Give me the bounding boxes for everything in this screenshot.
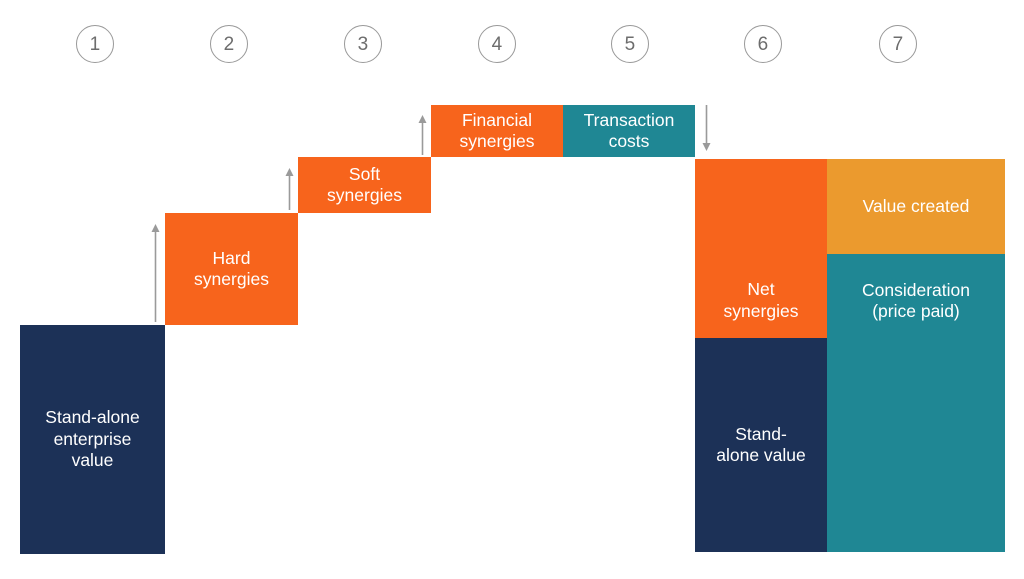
bar-financial-synergies: Financial synergies bbox=[431, 105, 563, 157]
step-number-2: 2 bbox=[210, 25, 248, 63]
step-number-7: 7 bbox=[879, 25, 917, 63]
bar-stand-alone-value: Stand- alone value bbox=[695, 338, 827, 552]
bar-label-stand-alone-value: Stand- alone value bbox=[716, 423, 806, 465]
arrow-to-financial-synergies-icon bbox=[417, 115, 428, 155]
step-number-label: 1 bbox=[89, 33, 101, 55]
bar-value-created: Value created bbox=[827, 159, 1005, 254]
bar-label-hard-synergies: Hard synergies bbox=[194, 247, 269, 289]
step-number-label: 6 bbox=[757, 33, 769, 55]
bar-hard-synergies: Hard synergies bbox=[165, 213, 298, 325]
bar-net-synergies: Net synergies bbox=[695, 159, 827, 338]
bar-stand-alone-enterprise-value: Stand-alone enterprise value bbox=[20, 325, 165, 554]
step-number-5: 5 bbox=[611, 25, 649, 63]
arrow-to-net-synergies-icon bbox=[701, 105, 712, 151]
step-number-6: 6 bbox=[744, 25, 782, 63]
step-number-label: 5 bbox=[624, 33, 636, 55]
bar-label-consideration-price-paid: Consideration (price paid) bbox=[862, 280, 970, 322]
bar-consideration-price-paid: Consideration (price paid) bbox=[827, 254, 1005, 552]
bar-label-stand-alone-enterprise-value: Stand-alone enterprise value bbox=[45, 407, 140, 471]
bar-label-soft-synergies: Soft synergies bbox=[327, 163, 402, 205]
bar-transaction-costs: Transaction costs bbox=[563, 105, 695, 157]
arrow-to-soft-synergies-icon bbox=[284, 168, 295, 210]
bar-label-financial-synergies: Financial synergies bbox=[459, 109, 535, 151]
step-number-4: 4 bbox=[478, 25, 516, 63]
bar-label-transaction-costs: Transaction costs bbox=[583, 109, 675, 151]
waterfall-diagram: 1 2 3 4 5 6 7 Stand-alone enterprise value Hard… bbox=[0, 0, 1024, 579]
step-number-label: 3 bbox=[357, 33, 369, 55]
step-number-label: 2 bbox=[223, 33, 235, 55]
bar-label-net-synergies: Net synergies bbox=[723, 279, 799, 321]
bar-soft-synergies: Soft synergies bbox=[298, 157, 431, 213]
step-number-label: 4 bbox=[491, 33, 503, 55]
bar-label-value-created: Value created bbox=[862, 195, 970, 216]
step-number-3: 3 bbox=[344, 25, 382, 63]
step-number-label: 7 bbox=[892, 33, 904, 55]
arrow-to-hard-synergies-icon bbox=[150, 224, 161, 322]
step-number-1: 1 bbox=[76, 25, 114, 63]
